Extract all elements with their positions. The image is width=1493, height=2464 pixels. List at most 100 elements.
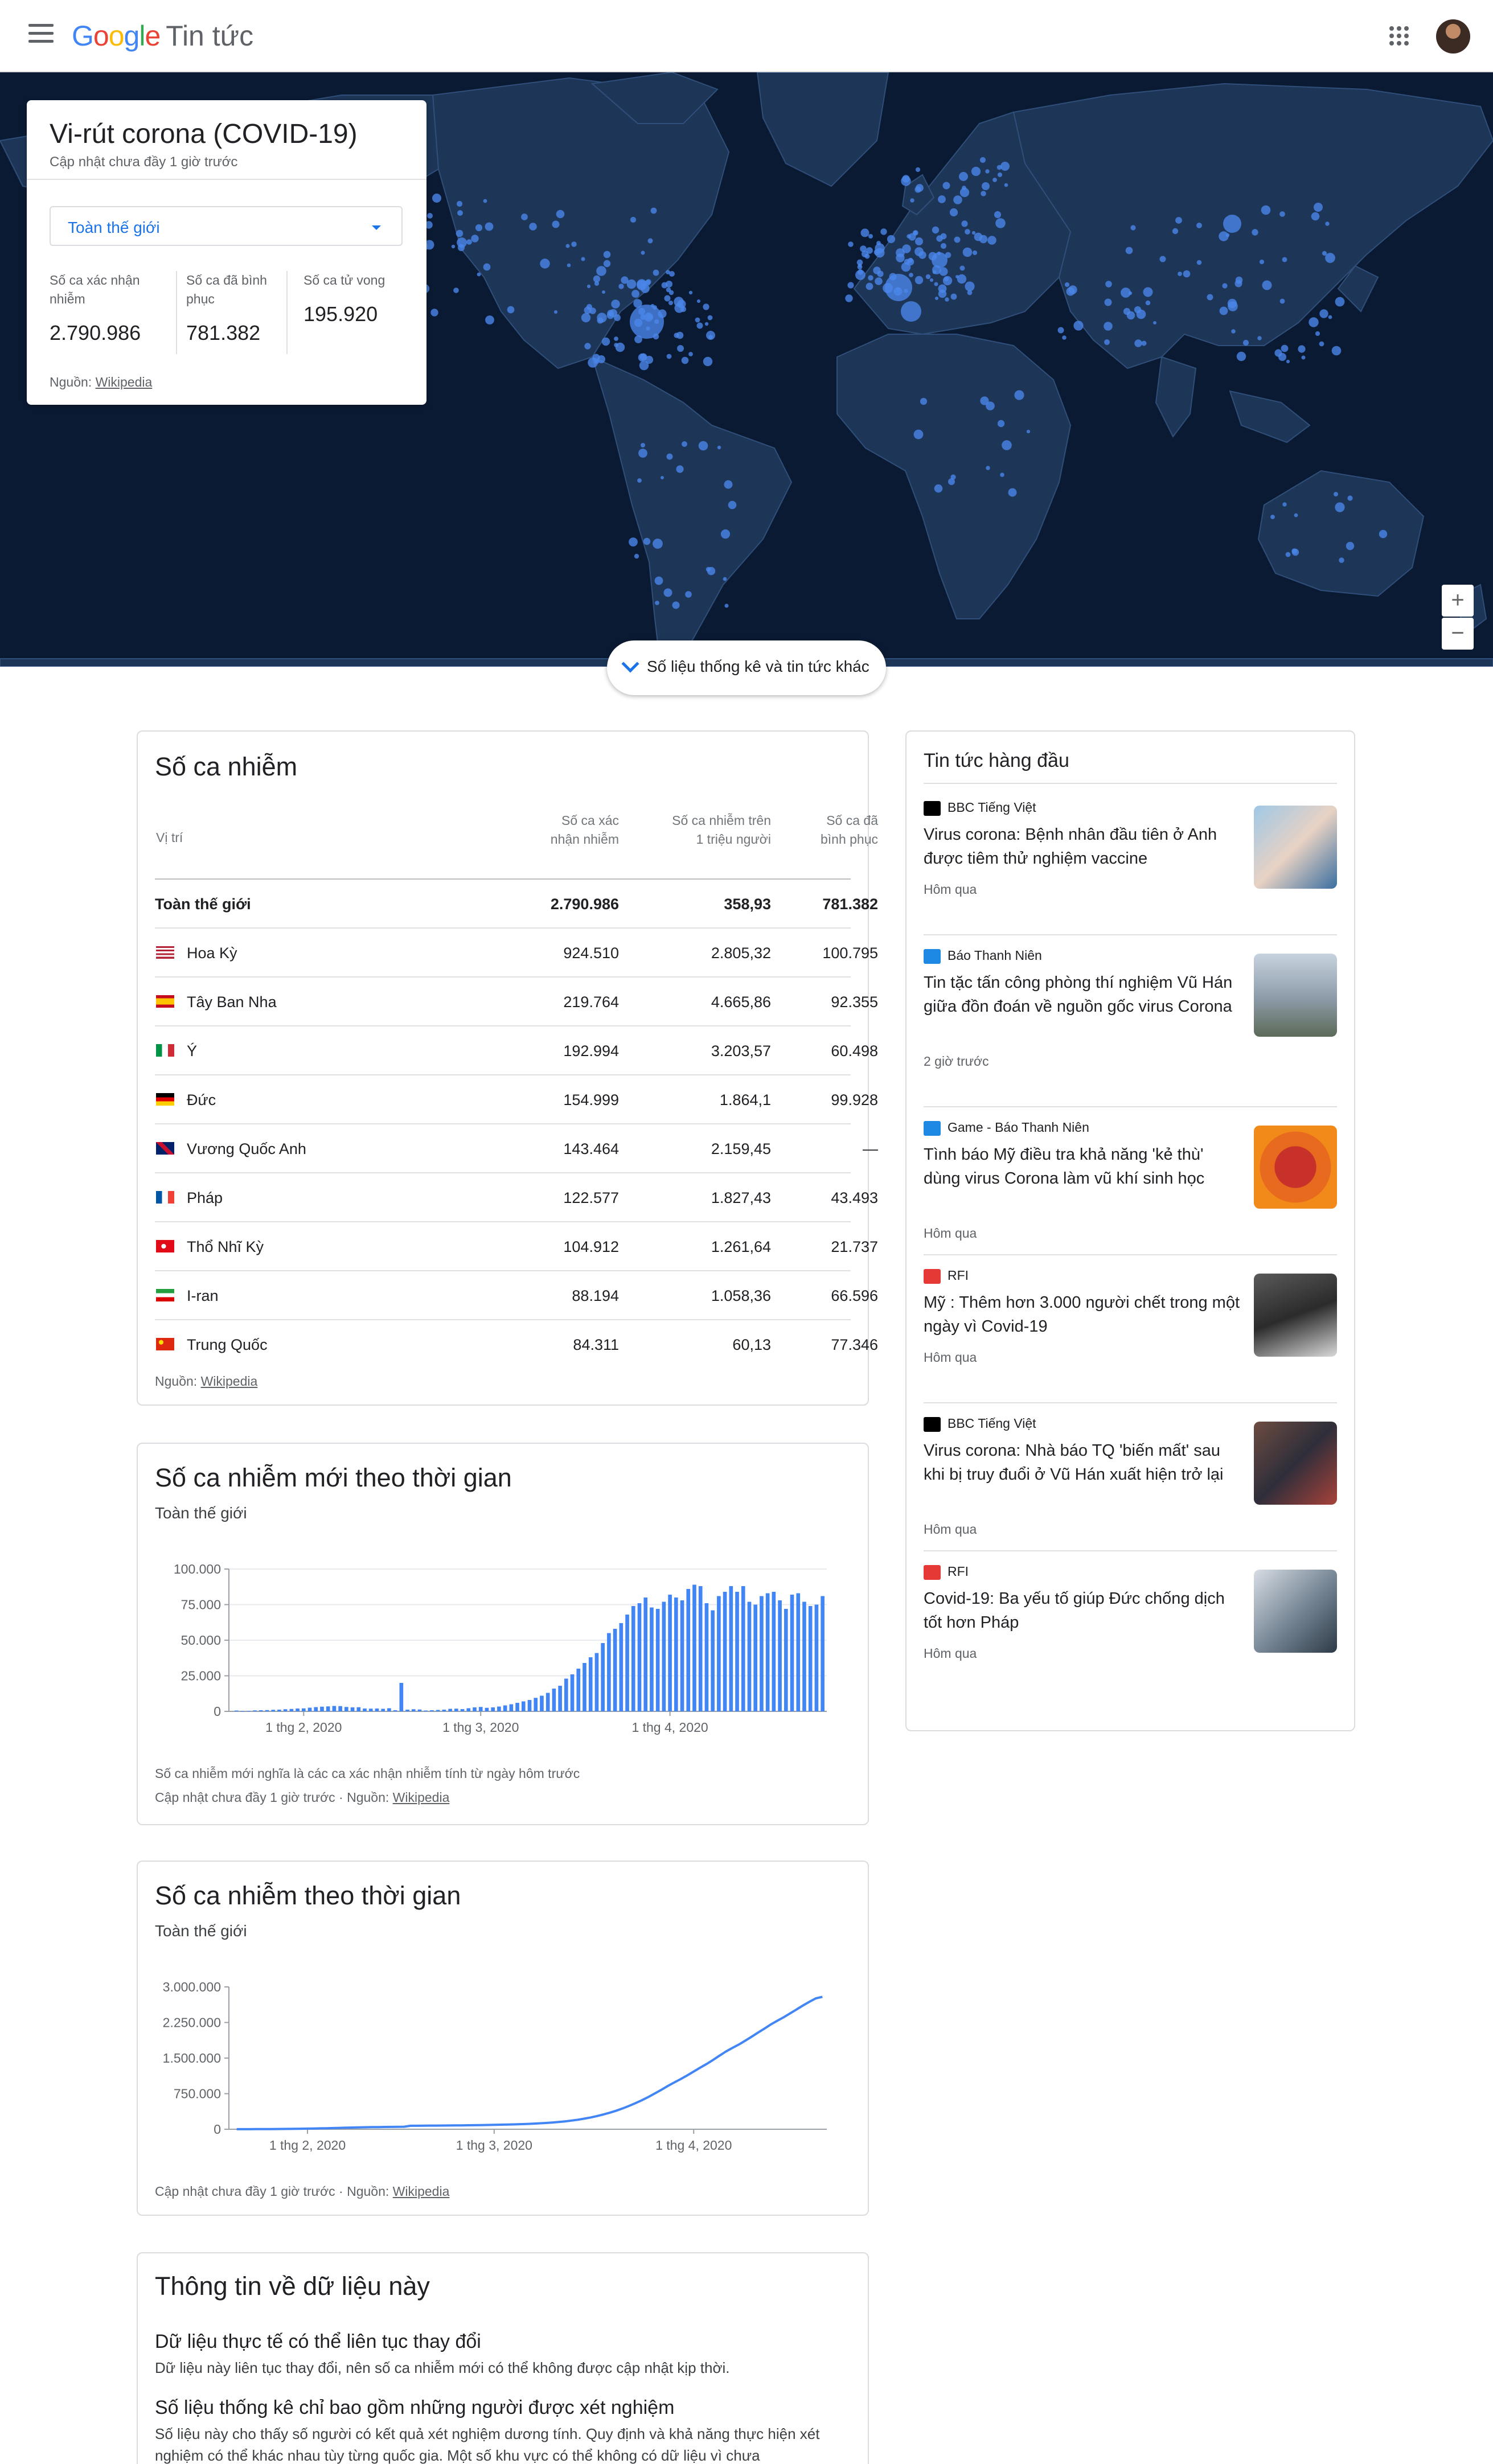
apps-grid-icon[interactable] (1389, 26, 1409, 46)
bar (350, 1707, 355, 1711)
news-headline[interactable]: Virus corona: Nhà báo TQ 'biến mất' sau … (924, 1439, 1242, 1486)
table-row[interactable]: Pháp122.5771.827,4343.49322.245 (155, 1172, 963, 1221)
case-dot (1325, 253, 1335, 263)
case-dot (929, 278, 934, 282)
y-tick-label: 0 (214, 1704, 221, 1719)
bar (735, 1592, 739, 1711)
news-article[interactable]: RFI Mỹ : Thêm hơn 3.000 người chết trong … (924, 1268, 1337, 1405)
hamburger-menu-icon[interactable] (28, 24, 54, 47)
total-cases-line-chart[interactable]: 3.000.000 2.250.000 1.500.000 750.000 0 1 thg… (138, 1862, 870, 2180)
table-row[interactable]: Tây Ban Nha219.7644.665,8692.35522.524 (155, 976, 963, 1025)
case-dot-large (901, 301, 921, 322)
zoom-in-button[interactable]: + (1442, 585, 1474, 617)
bar (808, 1606, 813, 1711)
publisher-logo-icon (924, 800, 941, 816)
wikipedia-link[interactable]: Wikipedia (393, 1790, 450, 1805)
case-dot (485, 315, 494, 325)
table-row[interactable]: Thổ Nhĩ Kỳ104.9121.261,6421.7372.600 (155, 1221, 963, 1270)
divider (924, 783, 1337, 784)
case-dot (668, 301, 673, 305)
case-dot (589, 307, 596, 314)
country-flag-icon (156, 1338, 174, 1350)
bar (545, 1693, 550, 1711)
bar (436, 1710, 440, 1711)
cell-name: Tây Ban Nha (187, 993, 277, 1011)
bar (521, 1701, 526, 1711)
divider (27, 179, 426, 180)
table-row[interactable]: Trung Quốc84.31160,1377.3464.642 (155, 1319, 963, 1368)
bar (650, 1607, 654, 1711)
news-article[interactable]: Game - Báo Thanh Niên Tình báo Mỹ điều tr… (924, 1120, 1337, 1256)
table-row[interactable]: I-ran88.1941.058,3666.5965.574 (155, 1270, 963, 1319)
case-dot (427, 213, 433, 219)
news-thumbnail[interactable] (1254, 954, 1337, 1037)
news-headline[interactable]: Covid-19: Ba yếu tố giúp Đức chống dịch … (924, 1587, 1242, 1635)
wikipedia-link[interactable]: Wikipedia (201, 1374, 258, 1389)
case-dot (695, 317, 700, 323)
cell-name: I-ran (187, 1287, 219, 1304)
stat-value: 2.790.986 (50, 321, 141, 344)
news-thumbnail[interactable] (1254, 1570, 1337, 1653)
zoom-out-button[interactable]: − (1442, 618, 1474, 650)
google-news-logo[interactable]: Google Tin tức (72, 19, 253, 52)
case-dot (1347, 495, 1353, 501)
region-select[interactable]: Toàn thế giới (50, 206, 403, 246)
news-article[interactable]: BBC Tiếng Việt Virus corona: Bệnh nhân đầ… (924, 800, 1337, 937)
news-headline[interactable]: Mỹ : Thêm hơn 3.000 người chết trong một… (924, 1291, 1242, 1338)
case-dot (603, 250, 611, 258)
case-dot (902, 244, 911, 253)
case-dot (979, 157, 986, 163)
news-headline[interactable]: Virus corona: Bệnh nhân đầu tiên ở Anh đ… (924, 823, 1242, 870)
news-article[interactable]: RFI Covid-19: Ba yếu tố giúp Đức chống dị… (924, 1564, 1337, 1701)
publisher-logo-icon (924, 1416, 941, 1432)
bar (613, 1629, 617, 1711)
col-header-line: nhận nhiễm (550, 832, 619, 847)
wikipedia-link[interactable]: Wikipedia (96, 375, 153, 389)
news-article[interactable]: Báo Thanh Niên Tin tặc tấn công phòng thí… (924, 948, 1337, 1085)
bar (473, 1707, 477, 1711)
news-headline[interactable]: Tin tặc tấn công phòng thí nghiệm Vũ Hán… (924, 971, 1242, 1019)
case-dot (845, 294, 853, 302)
table-row[interactable]: Ý192.9943.203,5760.49825.969 (155, 1025, 963, 1074)
news-thumbnail[interactable] (1254, 1126, 1337, 1209)
case-dot (1125, 247, 1133, 254)
new-cases-bar-chart[interactable]: 100.000 75.000 50.000 25.000 0 1 thg 2, 2020 1… (138, 1444, 870, 1763)
case-dot (997, 172, 1003, 178)
case-dot (1104, 298, 1112, 306)
bar (741, 1586, 745, 1711)
table-row[interactable]: Hoa Kỳ924.5102.805,32100.79552.296 (155, 927, 963, 976)
bar (711, 1610, 715, 1711)
case-dot (639, 360, 649, 371)
avatar[interactable] (1436, 19, 1470, 54)
bar (338, 1706, 342, 1711)
table-row[interactable]: Vương Quốc Anh143.4642.159,45—19.506 (155, 1123, 963, 1172)
y-tick-label: 100.000 (174, 1562, 221, 1576)
case-dot (621, 276, 629, 284)
news-thumbnail[interactable] (1254, 1274, 1337, 1357)
more-stats-button[interactable]: Số liệu thống kê và tin tức khác (607, 640, 886, 695)
y-tick-label: 2.250.000 (163, 2015, 221, 2030)
case-dot (992, 178, 997, 182)
case-dot (940, 233, 947, 240)
case-dot (901, 176, 911, 186)
case-dot (521, 213, 528, 220)
case-dot (666, 270, 670, 274)
case-dot (875, 248, 885, 258)
case-dot (1301, 355, 1306, 360)
news-source-name: BBC Tiếng Việt (948, 800, 1036, 815)
country-flag-icon (156, 1191, 174, 1204)
updated-text: Cập nhật chưa đầy 1 giờ trước · Nguồn: (155, 2184, 389, 2199)
case-dot (1026, 429, 1031, 434)
case-dot (1278, 353, 1286, 361)
case-dot (1319, 309, 1328, 318)
news-thumbnail[interactable] (1254, 806, 1337, 889)
table-row[interactable]: Đức154.9991.864,199.9285.760 (155, 1074, 963, 1123)
bar (625, 1615, 629, 1711)
news-thumbnail[interactable] (1254, 1422, 1337, 1505)
y-tick-label: 1.500.000 (163, 2051, 221, 2065)
case-dot (981, 191, 986, 196)
news-headline[interactable]: Tình báo Mỹ điều tra khả năng 'kẻ thù' d… (924, 1143, 1242, 1190)
news-article[interactable]: BBC Tiếng Việt Virus corona: Nhà báo TQ '… (924, 1416, 1337, 1553)
bar (259, 1710, 263, 1711)
wikipedia-link[interactable]: Wikipedia (393, 2184, 450, 2199)
